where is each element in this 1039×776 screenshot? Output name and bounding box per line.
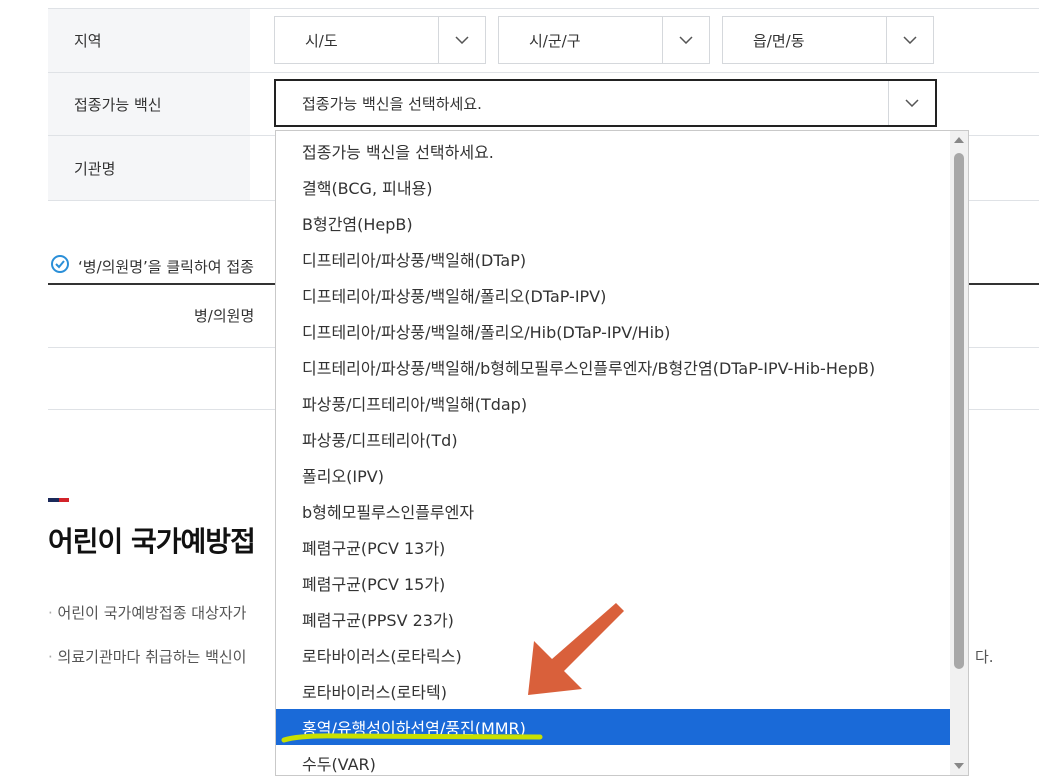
- region-label: 지역: [48, 9, 250, 72]
- bullet-item: · 의료기관마다 취급하는 백신이: [48, 648, 247, 666]
- dropdown-option[interactable]: 디프테리아/파상풍/백일해/b형헤모필루스인플루엔자/B형간염(DTaP-IPV…: [276, 349, 950, 385]
- dropdown-option[interactable]: 디프테리아/파상풍/백일해(DTaP): [276, 241, 950, 277]
- chevron-down-icon: [886, 17, 933, 63]
- dropdown-option[interactable]: 디프테리아/파상풍/백일해/폴리오(DTaP-IPV): [276, 277, 950, 313]
- scroll-up-arrow-icon[interactable]: [954, 137, 964, 143]
- org-name-label: 기관명: [48, 136, 250, 200]
- bullet-item: · 어린이 국가예방접종 대상자가: [48, 604, 247, 622]
- notice-text-row: ‘병/의원명’을 클릭하여 접종: [50, 254, 254, 278]
- dropdown-option[interactable]: B형간염(HepB): [276, 205, 950, 241]
- dropdown-option[interactable]: 파상풍/디프테리아(Td): [276, 421, 950, 457]
- section-title: 어린이 국가예방접: [48, 525, 256, 558]
- vaccine-select[interactable]: 접종가능 백신을 선택하세요.: [274, 79, 937, 127]
- dropdown-option[interactable]: 접종가능 백신을 선택하세요.: [276, 133, 950, 169]
- dropdown-option[interactable]: 파상풍/디프테리아/백일해(Tdap): [276, 385, 950, 421]
- sigungu-select[interactable]: 시/군/구: [498, 16, 710, 64]
- sido-value: 시/도: [305, 31, 338, 50]
- annotation-underline: [281, 733, 543, 743]
- vaccine-select-value: 접종가능 백신을 선택하세요.: [302, 94, 482, 113]
- vaccine-label: 접종가능 백신: [48, 73, 250, 135]
- scrollbar[interactable]: [950, 131, 968, 775]
- bullet-text: 의료기관마다 취급하는 백신이: [57, 648, 247, 666]
- notice-text: ‘병/의원명’을 클릭하여 접종: [78, 257, 254, 276]
- dropdown-option[interactable]: 수두(VAR): [276, 745, 950, 775]
- dropdown-option[interactable]: 폴리오(IPV): [276, 457, 950, 493]
- chevron-down-icon: [438, 17, 485, 63]
- chevron-down-icon: [662, 17, 709, 63]
- section-accent-bar: [48, 498, 59, 502]
- dropdown-option[interactable]: 디프테리아/파상풍/백일해/폴리오/Hib(DTaP-IPV/Hib): [276, 313, 950, 349]
- sido-select[interactable]: 시/도: [274, 16, 486, 64]
- eupmyeondong-select[interactable]: 읍/면/동: [722, 16, 934, 64]
- eupmyeondong-value: 읍/면/동: [753, 31, 805, 50]
- section-accent-bar-red: [59, 498, 69, 502]
- column-header-hospital: 병/의원명: [194, 307, 255, 325]
- scroll-down-arrow-icon[interactable]: [954, 763, 964, 769]
- chevron-down-icon: [888, 81, 935, 125]
- dropdown-option[interactable]: 결핵(BCG, 피내용): [276, 169, 950, 205]
- check-circle-icon: [50, 254, 70, 278]
- bullet-text-tail: 다.: [975, 648, 994, 666]
- dropdown-option[interactable]: b형헤모필루스인플루엔자: [276, 493, 950, 529]
- sigungu-value: 시/군/구: [529, 31, 581, 50]
- annotation-arrow-icon: [528, 603, 624, 695]
- scrollbar-thumb[interactable]: [954, 153, 964, 669]
- bullet-text: 어린이 국가예방접종 대상자가: [57, 604, 247, 622]
- dropdown-option[interactable]: 폐렴구균(PCV 13가): [276, 529, 950, 565]
